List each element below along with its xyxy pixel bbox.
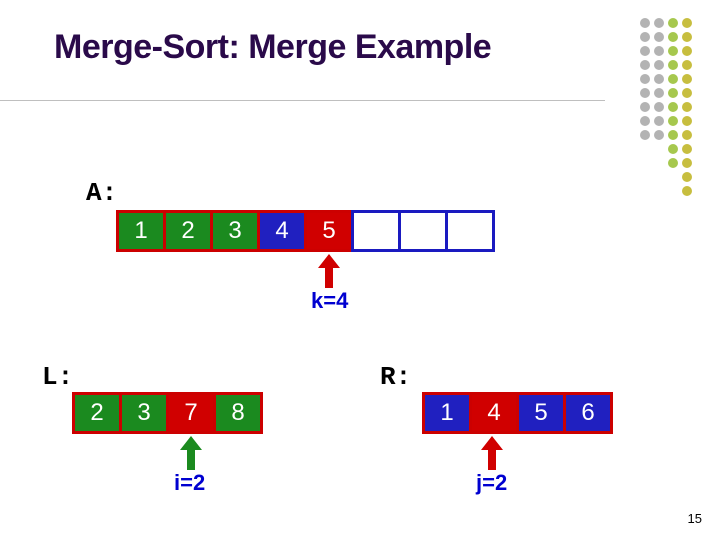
- a-cell: 4: [257, 210, 307, 252]
- l-cell: 3: [119, 392, 169, 434]
- a-cell-empty: [445, 210, 495, 252]
- pointer-i-arrow-icon: [180, 436, 202, 470]
- a-cell: 2: [163, 210, 213, 252]
- array-l-label: L:: [42, 362, 73, 392]
- array-r-label: R:: [380, 362, 411, 392]
- slide-number: 15: [688, 511, 702, 526]
- title-divider: [0, 100, 605, 101]
- l-cell: 8: [213, 392, 263, 434]
- decorative-dots: [640, 18, 692, 196]
- a-cell-empty: [351, 210, 401, 252]
- pointer-k-label: k=4: [311, 288, 348, 314]
- array-r: 1 4 5 6: [422, 392, 613, 434]
- pointer-j-arrow-icon: [481, 436, 503, 470]
- r-cell: 6: [563, 392, 613, 434]
- array-a: 1 2 3 4 5: [116, 210, 495, 252]
- l-cell: 2: [72, 392, 122, 434]
- l-cell-active: 7: [166, 392, 216, 434]
- r-cell: 1: [422, 392, 472, 434]
- pointer-j-label: j=2: [476, 470, 507, 496]
- r-cell-active: 4: [469, 392, 519, 434]
- slide-title: Merge-Sort: Merge Example: [54, 28, 491, 67]
- pointer-k-arrow-icon: [318, 254, 340, 288]
- a-cell: 1: [116, 210, 166, 252]
- array-a-label: A:: [86, 178, 117, 208]
- a-cell-active: 5: [304, 210, 354, 252]
- a-cell: 3: [210, 210, 260, 252]
- a-cell-empty: [398, 210, 448, 252]
- array-l: 2 3 7 8: [72, 392, 263, 434]
- pointer-i-label: i=2: [174, 470, 205, 496]
- r-cell: 5: [516, 392, 566, 434]
